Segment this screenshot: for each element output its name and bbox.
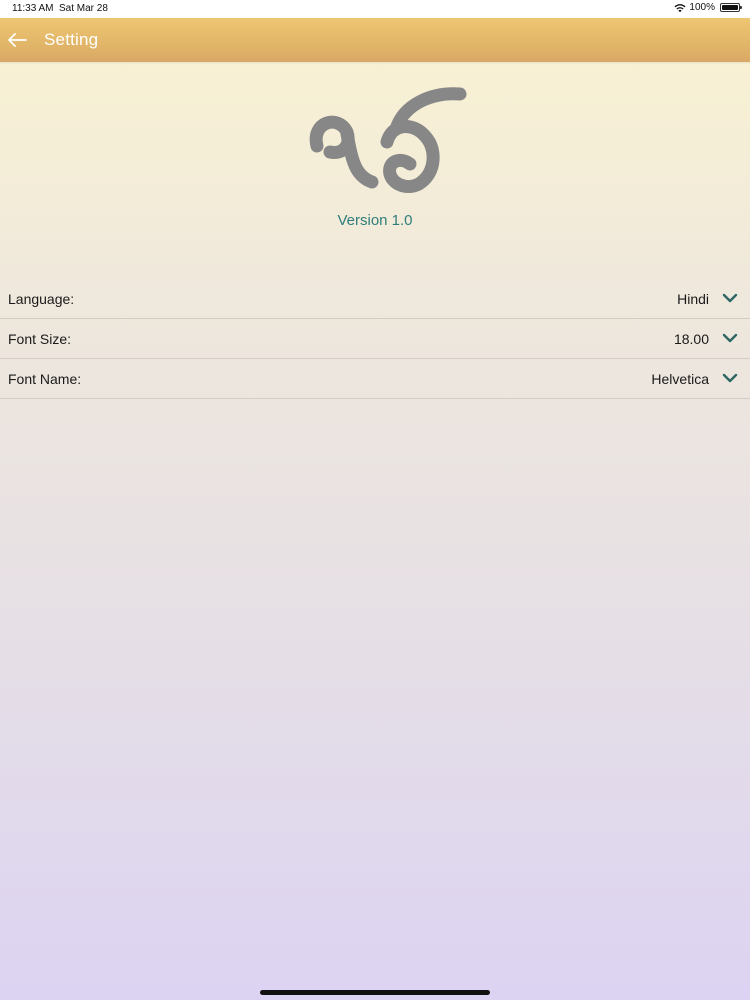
wifi-icon <box>674 3 686 12</box>
home-indicator[interactable] <box>260 990 490 995</box>
font-size-setting-row[interactable]: Font Size: 18.00 <box>0 319 750 359</box>
battery-icon <box>720 3 742 12</box>
status-date: Sat Mar 28 <box>59 3 108 14</box>
battery-percent: 100% <box>689 2 715 13</box>
font-size-value: 18.00 <box>673 331 709 347</box>
status-bar: 11:33 AM Sat Mar 28 100% <box>0 0 750 18</box>
ik-onkar-logo <box>309 87 467 194</box>
language-setting-row[interactable]: Language: Hindi <box>0 279 750 319</box>
font-size-label: Font Size: <box>8 331 72 347</box>
arrow-left-icon <box>8 33 27 47</box>
language-value: Hindi <box>677 291 709 307</box>
navigation-bar: Setting <box>0 18 750 62</box>
back-button[interactable] <box>4 26 32 54</box>
font-name-label: Font Name: <box>8 371 82 387</box>
status-indicators: 100% <box>674 2 742 13</box>
font-name-value: Helvetica <box>651 371 709 387</box>
font-name-setting-row[interactable]: Font Name: Helvetica <box>0 359 750 399</box>
page-title: Setting <box>44 30 99 49</box>
chevron-down-icon[interactable] <box>722 332 738 344</box>
status-time: 11:33 AM <box>12 3 54 14</box>
version-label: Version 1.0 <box>337 212 413 229</box>
settings-list: Language: Hindi Font Size: 18.00 Font Na… <box>0 279 750 399</box>
language-label: Language: <box>8 291 75 307</box>
chevron-down-icon[interactable] <box>722 292 738 304</box>
chevron-down-icon[interactable] <box>722 372 738 384</box>
